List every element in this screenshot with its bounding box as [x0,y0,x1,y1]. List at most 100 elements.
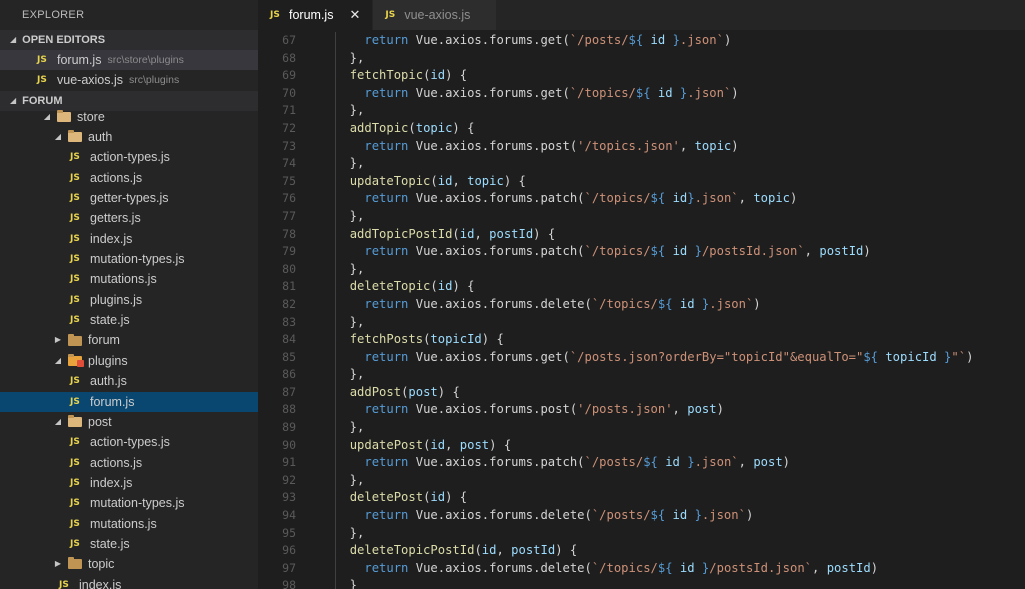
code-token: } [335,578,358,589]
tree-file[interactable]: JS actions.js [0,168,258,188]
code-token: "` [951,349,967,364]
code-token: ) [870,560,879,575]
tree-file[interactable]: JS actions.js [0,453,258,473]
code-token: return [364,349,409,364]
js-file-icon: JS [70,477,80,488]
folder-icon [68,333,82,346]
code-token: return [364,455,409,470]
code-token: } [665,33,680,47]
tree-item-label: topic [88,557,115,572]
js-file-icon: JS [59,579,69,589]
line-source: }, [296,155,365,173]
line-number: 93 [282,490,296,505]
line-source: fetchTopic(id) { [296,67,467,85]
tree-item-label: post [88,414,112,429]
tree-folder[interactable]: ◢ store [0,107,258,127]
tree-file[interactable]: JS getters.js [0,208,258,228]
code-token: updatePost [349,437,424,452]
code-token: Vue.axios.forums.get( [408,33,570,47]
tree-item-label: mutation-types.js [90,496,185,511]
tree-file[interactable]: JS mutation-types.js [0,249,258,269]
chevron-right-icon: ▶ [54,559,62,569]
tree-file[interactable]: JS state.js [0,310,258,330]
tree-file[interactable]: JS getter-types.js [0,188,258,208]
code-token: ) [782,455,791,470]
js-file-icon: JS [70,457,80,468]
tree-file[interactable]: JS forum.js [0,391,258,412]
tree-file[interactable]: JS auth.js [0,371,258,391]
open-editor-item[interactable]: JS vue-axios.js src\plugins [0,70,258,90]
code-token: ${ [650,508,673,523]
code-token: }, [335,103,365,118]
tree-file[interactable]: JS index.js [0,473,258,493]
line-number: 96 [282,543,296,558]
open-editor-name: forum.js [57,53,102,67]
tree-item-label: auth.js [90,374,127,389]
code-token: ( [430,173,438,188]
tree-file[interactable]: JS mutations.js [0,269,258,289]
code-token: Vue.axios.forums.patch( [408,455,585,470]
line-source: addTopic(topic) { [296,120,475,138]
code-token: } [694,296,710,311]
line-number: 76 [282,191,296,206]
code-token: , [738,191,754,206]
tree-file[interactable]: JS plugins.js [0,290,258,310]
code-token: .json` [694,455,739,470]
js-file-icon: JS [37,75,47,86]
tree-folder[interactable]: ▶ forum [0,330,258,350]
code-token: topic [467,173,504,188]
line-source: return Vue.axios.forums.delete(`/topics/… [296,560,878,578]
tree-file[interactable]: JS action-types.js [0,147,258,167]
code-token: ) { [533,226,556,241]
js-file-icon: JS [70,376,80,387]
tree-file[interactable]: JS mutation-types.js [0,493,258,513]
code-token: } [687,191,695,206]
code-line: 68 }, [258,50,1025,68]
tree-folder[interactable]: ▶ topic [0,554,258,574]
tree-file[interactable]: JS index.js [0,575,258,589]
code-token: deleteTopic [349,279,431,294]
code-token: Vue.axios.forums.post( [408,402,578,417]
line-number: 67 [282,33,296,47]
editor-area: JS forum.js ✕ JS vue-axios.js 67 return Vue.… [258,0,1025,589]
code-token: Vue.axios.forums.delete( [408,508,592,523]
code-token: } [687,244,702,259]
tree-folder[interactable]: ◢ post [0,412,258,432]
tree-file[interactable]: JS state.js [0,534,258,554]
editor-tab[interactable]: JS vue-axios.js [373,0,497,30]
tree-file[interactable]: JS action-types.js [0,432,258,452]
code-token: deleteTopicPostId [349,543,475,558]
line-number: 68 [282,50,296,65]
close-icon[interactable]: ✕ [349,7,360,23]
code-view[interactable]: 67 return Vue.axios.forums.get(`/posts/$… [258,32,1025,589]
line-source: }, [296,314,365,332]
tree-item-label: plugins.js [90,292,143,307]
code-token: ) { [452,279,475,294]
code-token: ) { [437,384,460,399]
js-file-icon: JS [70,396,80,407]
code-token: ) [966,349,974,364]
open-editors-header[interactable]: ◢ OPEN EDITORS [0,30,258,50]
tree-folder[interactable]: ◢ plugins [0,351,258,371]
code-token: return [364,560,409,575]
tree-file[interactable]: JS mutations.js [0,514,258,534]
code-token: return [364,296,409,311]
file-tree: ◢ store ◢ auth JS action-types.js JS actions.js… [0,107,258,589]
tree-folder[interactable]: ◢ auth [0,127,258,147]
tree-file[interactable]: JS index.js [0,229,258,249]
plugins-folder-icon [68,353,84,367]
open-editor-item[interactable]: JS forum.js src\store\plugins [0,50,258,71]
code-token: postId [819,244,864,259]
code-line: 78 addTopicPostId(id, postId) { [258,226,1025,244]
line-source: return Vue.axios.forums.get(`/topics/${ … [296,85,738,103]
code-token: id [459,226,475,241]
code-token: return [364,508,409,523]
code-token: addPost [349,384,402,399]
editor-tab[interactable]: JS forum.js ✕ [258,0,373,30]
code-token: } [687,508,702,523]
line-source: }, [296,472,365,490]
line-source: updatePost(id, post) { [296,437,511,455]
